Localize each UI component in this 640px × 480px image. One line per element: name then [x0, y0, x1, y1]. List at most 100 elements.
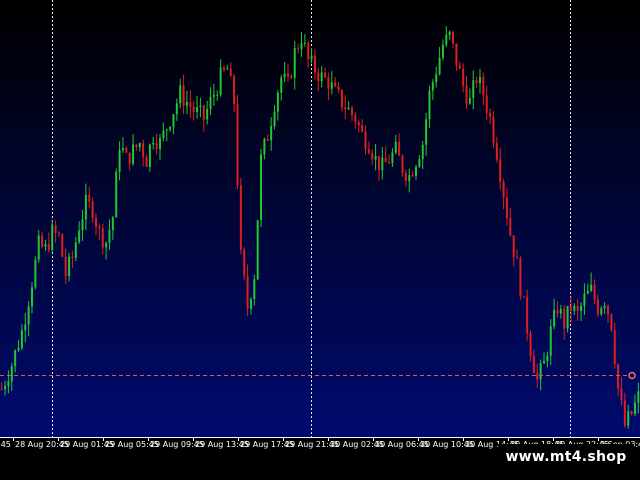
candle-body — [465, 85, 468, 104]
candle-body — [41, 235, 44, 247]
candle-body — [563, 309, 566, 329]
candle-body — [212, 94, 215, 97]
candle-body — [155, 142, 158, 149]
candle-body — [580, 305, 583, 312]
candle-body — [428, 90, 431, 120]
candle-body — [398, 141, 401, 156]
candle-body — [479, 77, 481, 83]
candle-body — [351, 107, 353, 116]
price-chart[interactable]: :4528 Aug 20:4529 Aug 01:4529 Aug 05:452… — [0, 0, 640, 480]
candle-body — [603, 305, 606, 309]
candle-body — [192, 106, 195, 112]
candle-body — [260, 154, 263, 221]
candle-body — [539, 363, 542, 380]
candle-body — [142, 143, 145, 157]
candle-body — [566, 305, 569, 329]
candle-body — [111, 217, 114, 230]
candle-body — [586, 290, 589, 294]
candle-body — [105, 242, 108, 248]
candle-body — [162, 130, 165, 139]
candle-body — [71, 256, 74, 258]
candle-body — [364, 131, 367, 150]
candle-body — [371, 153, 374, 160]
candle-body — [115, 171, 118, 218]
candle-body — [223, 67, 225, 70]
candle-body — [425, 119, 428, 145]
candle-body — [529, 333, 532, 356]
candle-body — [482, 77, 485, 96]
candle-body — [98, 226, 101, 229]
candle-body — [293, 48, 296, 78]
candle-body — [226, 68, 229, 70]
candle-body — [95, 218, 97, 227]
candle-body — [159, 138, 161, 149]
candle-body — [404, 172, 407, 181]
candle-body — [320, 72, 323, 82]
candle-body — [438, 57, 441, 75]
candle-body — [401, 155, 404, 173]
candle-body — [354, 115, 357, 123]
candle-body — [411, 175, 414, 177]
candle-body — [377, 155, 380, 171]
candle-body — [462, 68, 465, 86]
candle-body — [24, 324, 27, 331]
candle-body — [125, 147, 128, 153]
candle-body — [135, 144, 138, 148]
candle-body — [84, 194, 87, 220]
candle-body — [263, 138, 266, 155]
candle-body — [549, 326, 552, 356]
candle-body — [435, 74, 438, 83]
watermark-text: www.mt4.shop — [498, 444, 634, 470]
candle-body — [199, 105, 202, 108]
candle-body — [499, 159, 502, 182]
candle-body — [593, 284, 596, 300]
candle-body — [138, 143, 141, 148]
candle-body — [452, 31, 455, 44]
candle-body — [458, 65, 461, 69]
candle-body — [27, 306, 30, 325]
candle-body — [287, 73, 289, 77]
candle-body — [81, 219, 84, 231]
candle-body — [300, 43, 303, 50]
candle-body — [7, 381, 10, 387]
candle-body — [610, 314, 613, 331]
candle-body — [317, 72, 320, 82]
candle-body — [361, 125, 364, 132]
candle-body — [14, 350, 17, 367]
candle-body — [607, 305, 609, 315]
candle-body — [522, 296, 525, 298]
candle-body — [169, 126, 172, 130]
candle-body — [175, 103, 178, 115]
candle-body — [475, 80, 478, 83]
candle-body — [91, 201, 94, 219]
candle-body — [337, 86, 340, 90]
candle-body — [492, 116, 495, 144]
candle-body — [101, 228, 104, 248]
candle-body — [165, 129, 168, 131]
candle-body — [270, 126, 273, 141]
chart-canvas[interactable]: :4528 Aug 20:4529 Aug 01:4529 Aug 05:452… — [0, 0, 640, 480]
candle-body — [441, 44, 444, 58]
candle-body — [569, 305, 572, 311]
candle-body — [54, 225, 57, 234]
candle-body — [179, 85, 182, 104]
candle-body — [543, 361, 545, 364]
candle-body — [394, 141, 397, 153]
candle-body — [495, 143, 498, 160]
candle-body — [266, 138, 269, 141]
candle-body — [330, 82, 333, 89]
candle-body — [468, 97, 471, 104]
candle-body — [485, 95, 488, 113]
candle-body — [327, 77, 330, 89]
candle-body — [17, 347, 20, 351]
candle-body — [148, 144, 151, 167]
candle-body — [182, 85, 185, 106]
candle-body — [206, 109, 209, 120]
candle-body — [600, 308, 603, 315]
candle-body — [31, 287, 33, 307]
candle-body — [590, 284, 593, 291]
candle-body — [145, 156, 148, 167]
candle-body — [408, 175, 411, 181]
candle-body — [448, 31, 451, 35]
candle-body — [519, 258, 522, 297]
